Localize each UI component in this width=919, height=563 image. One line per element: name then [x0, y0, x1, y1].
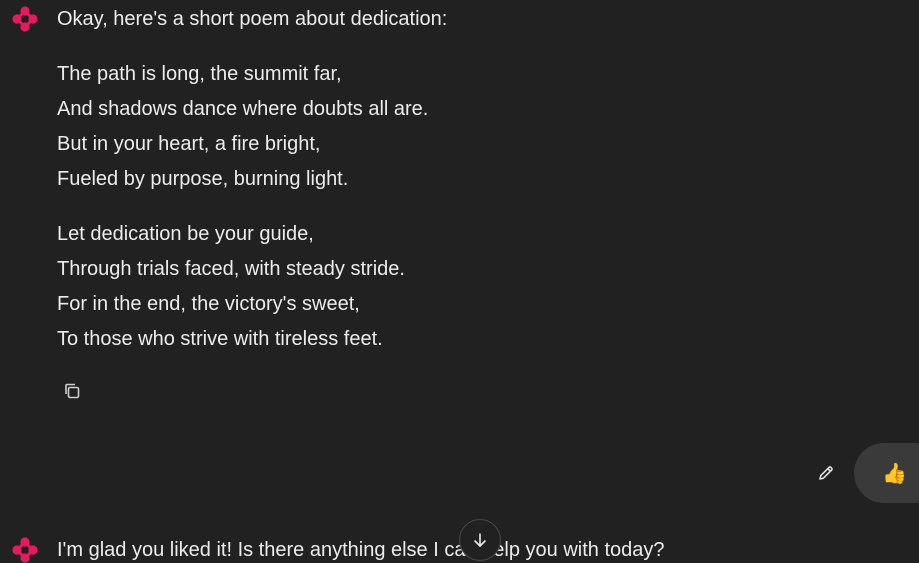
poem-line: Let dedication be your guide, — [57, 223, 314, 245]
poem-line: To those who strive with tireless feet. — [57, 328, 383, 350]
copy-button[interactable] — [58, 377, 86, 405]
thumbs-up-icon: 👍 — [882, 461, 907, 485]
poem-line: Fueled by purpose, burning light. — [57, 168, 349, 190]
assistant-reply-text: I'm glad you liked it! Is there anything… — [57, 539, 665, 561]
poem-line: And shadows dance where doubts all are. — [57, 98, 429, 120]
assistant-avatar-icon — [11, 5, 39, 33]
pencil-icon — [819, 466, 833, 480]
poem-line: The path is long, the summit far, — [57, 63, 342, 85]
user-message-bubble: 👍 — [854, 443, 919, 503]
assistant-avatar-icon — [11, 536, 39, 563]
poem-stanza-2: Let dedication be your guide, Through tr… — [57, 217, 405, 357]
assistant-intro-text: Okay, here's a short poem about dedicati… — [57, 8, 448, 30]
poem-line: Through trials faced, with steady stride… — [57, 258, 405, 280]
poem-line: But in your heart, a fire bright, — [57, 133, 321, 155]
arrow-down-icon — [474, 533, 486, 547]
poem-line: For in the end, the victory's sweet, — [57, 293, 360, 315]
copy-icon — [65, 383, 80, 399]
chat-thread: Okay, here's a short poem about dedicati… — [0, 0, 919, 563]
edit-message-button[interactable] — [812, 459, 840, 487]
scroll-to-bottom-button[interactable] — [459, 519, 501, 561]
poem-stanza-1: The path is long, the summit far, And sh… — [57, 57, 428, 197]
